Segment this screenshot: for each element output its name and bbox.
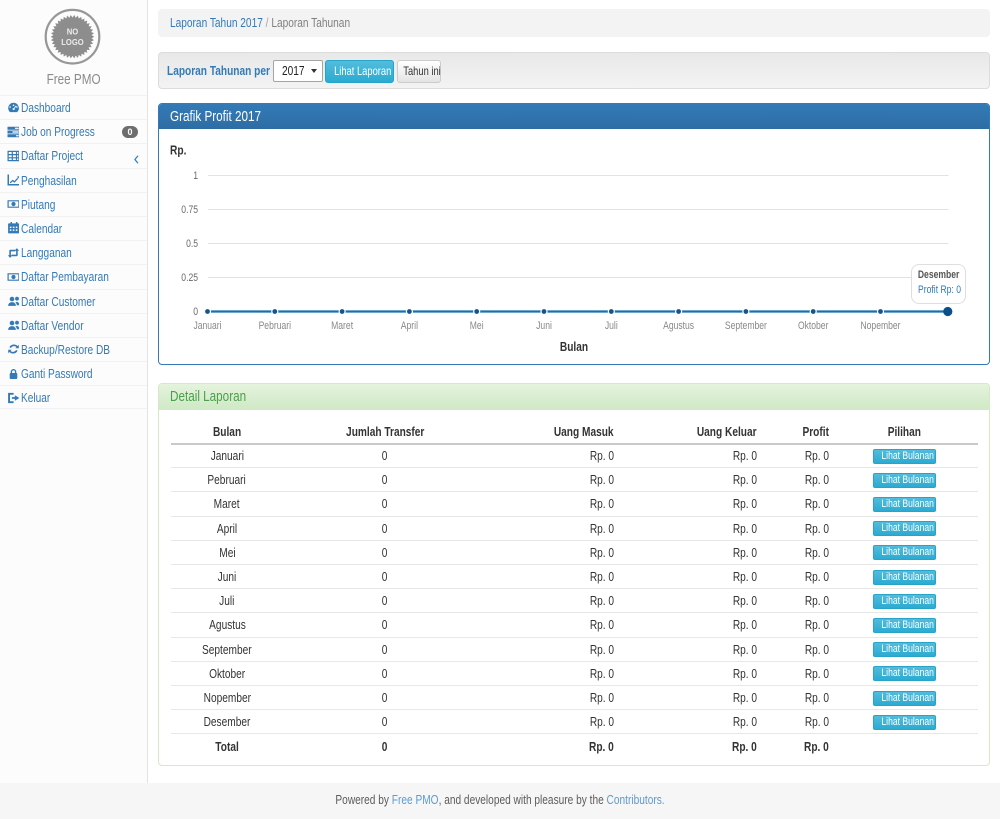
- svg-text:Juli: Juli: [605, 320, 618, 332]
- svg-text:Juni: Juni: [536, 320, 552, 332]
- svg-text:0.25: 0.25: [181, 272, 198, 284]
- svg-text:Oktober: Oktober: [798, 320, 829, 332]
- svg-text:LOGO: LOGO: [61, 37, 84, 47]
- svg-text:April: April: [401, 320, 418, 332]
- svg-text:Rp.: Rp.: [170, 143, 186, 158]
- svg-text:Pebruari: Pebruari: [259, 320, 291, 332]
- svg-text:Bulan: Bulan: [560, 339, 588, 354]
- svg-text:1: 1: [193, 170, 198, 182]
- svg-text:Nopember: Nopember: [860, 320, 900, 332]
- svg-text:0.75: 0.75: [181, 204, 198, 216]
- svg-text:Maret: Maret: [331, 320, 353, 332]
- svg-text:September: September: [725, 320, 767, 332]
- svg-text:Mei: Mei: [470, 320, 484, 332]
- svg-text:0: 0: [193, 306, 198, 318]
- svg-text:0.5: 0.5: [186, 238, 198, 250]
- svg-text:Januari: Januari: [193, 320, 221, 332]
- svg-text:NO: NO: [67, 26, 79, 36]
- svg-text:Agustus: Agustus: [663, 320, 694, 332]
